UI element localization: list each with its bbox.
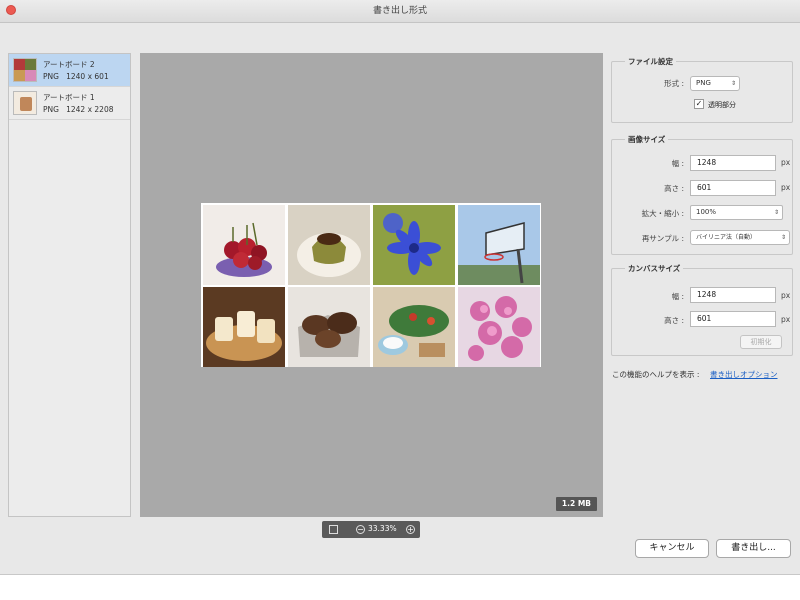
window-title: 書き出し形式 <box>372 6 427 16</box>
preview-area[interactable]: 1.2 MB <box>140 53 603 517</box>
cherries-photo <box>203 205 285 285</box>
pudding-photo <box>288 205 370 285</box>
artboard-list: アートボード 2 PNG 1240 x 601 アートボード 1 PNG 124… <box>8 53 131 517</box>
canvas-height-label: 高さ : <box>664 316 684 325</box>
reset-button[interactable]: 初期化 <box>740 335 782 349</box>
resample-value: バイリニア法（自動） <box>696 234 757 241</box>
zoom-out-icon[interactable]: − <box>356 525 365 534</box>
canvas-height-input[interactable]: 601 <box>690 311 776 327</box>
artboard-name: アートボード 2 <box>43 60 95 69</box>
unit-label: px <box>781 291 791 300</box>
image-size-group: 画像サイズ 幅 : 1248 px 高さ : 601 px 拡大・縮小 : 10… <box>611 134 793 255</box>
image-height-input[interactable]: 601 <box>690 180 776 196</box>
image-size-title: 画像サイズ <box>625 134 669 145</box>
zoom-level: 33.33% <box>368 524 397 533</box>
width-label: 幅 : <box>671 159 684 168</box>
artboard-name: アートボード 1 <box>43 93 95 102</box>
help-text: この機能のヘルプを表示 : <box>612 370 700 379</box>
unit-label: px <box>781 158 791 167</box>
artboard-format: PNG <box>43 72 59 81</box>
artboard-size: 1242 x 2208 <box>66 105 114 114</box>
format-label: 形式 : <box>664 79 684 88</box>
file-settings-title: ファイル設定 <box>625 56 676 67</box>
resample-label: 再サンプル : <box>641 234 684 243</box>
artboard-thumbnail <box>13 91 37 115</box>
cancel-button[interactable]: キャンセル <box>635 539 709 558</box>
file-settings-group: ファイル設定 形式 : PNG ⇕ ✓ 透明部分 <box>611 56 793 123</box>
drinks-photo <box>203 287 285 367</box>
format-select[interactable]: PNG ⇕ <box>690 76 740 91</box>
select-arrows-icon: ⇕ <box>730 80 736 87</box>
blue-flower-photo <box>373 205 455 285</box>
pink-flowers-photo <box>458 287 540 367</box>
unit-label: px <box>781 183 791 192</box>
image-width-input[interactable]: 1248 <box>690 155 776 171</box>
artboard-format: PNG <box>43 105 59 114</box>
select-arrows-icon: ⇕ <box>773 209 779 216</box>
canvas-size-group: カンバスサイズ 幅 : 1248 px 高さ : 601 px 初期化 <box>611 263 793 356</box>
artboard-item[interactable]: アートボード 1 PNG 1242 x 2208 <box>9 87 130 120</box>
artboard-info: PNG 1240 x 601 <box>43 72 109 81</box>
transparency-checkbox[interactable]: ✓ <box>694 99 704 109</box>
unit-label: px <box>781 315 791 324</box>
transparency-label: 透明部分 <box>708 101 736 109</box>
basketball-hoop-photo <box>458 205 540 285</box>
canvas-width-input[interactable]: 1248 <box>690 287 776 303</box>
scale-select[interactable]: 100% ⇕ <box>690 205 783 220</box>
preview-image <box>201 203 541 367</box>
artboard-size: 1240 x 601 <box>66 72 109 81</box>
file-size-badge: 1.2 MB <box>555 497 597 511</box>
close-window-button[interactable] <box>6 5 16 15</box>
scale-value: 100% <box>696 208 717 216</box>
chocolate-cake-photo <box>288 287 370 367</box>
artboard-item[interactable]: アートボード 2 PNG 1240 x 601 <box>9 54 130 87</box>
artboard-thumbnail <box>13 58 37 82</box>
height-label: 高さ : <box>664 184 684 193</box>
zoom-controls: − 33.33% + <box>322 521 420 538</box>
select-arrows-icon: ⇕ <box>780 234 786 241</box>
export-dialog: 書き出し形式 アートボード 2 PNG 1240 x 601 アートボード 1 … <box>0 0 800 575</box>
artboard-info: PNG 1242 x 2208 <box>43 105 114 114</box>
scale-label: 拡大・縮小 : <box>641 209 684 218</box>
format-value: PNG <box>696 79 711 87</box>
canvas-size-title: カンバスサイズ <box>625 263 684 274</box>
fit-to-screen-icon[interactable] <box>329 525 338 534</box>
zoom-in-icon[interactable]: + <box>406 525 415 534</box>
help-link[interactable]: 書き出しオプション <box>710 369 778 380</box>
title-bar: 書き出し形式 <box>0 0 800 23</box>
canvas-width-label: 幅 : <box>671 292 684 301</box>
salad-photo <box>373 287 455 367</box>
resample-select[interactable]: バイリニア法（自動） ⇕ <box>690 230 790 245</box>
export-button[interactable]: 書き出し... <box>716 539 791 558</box>
